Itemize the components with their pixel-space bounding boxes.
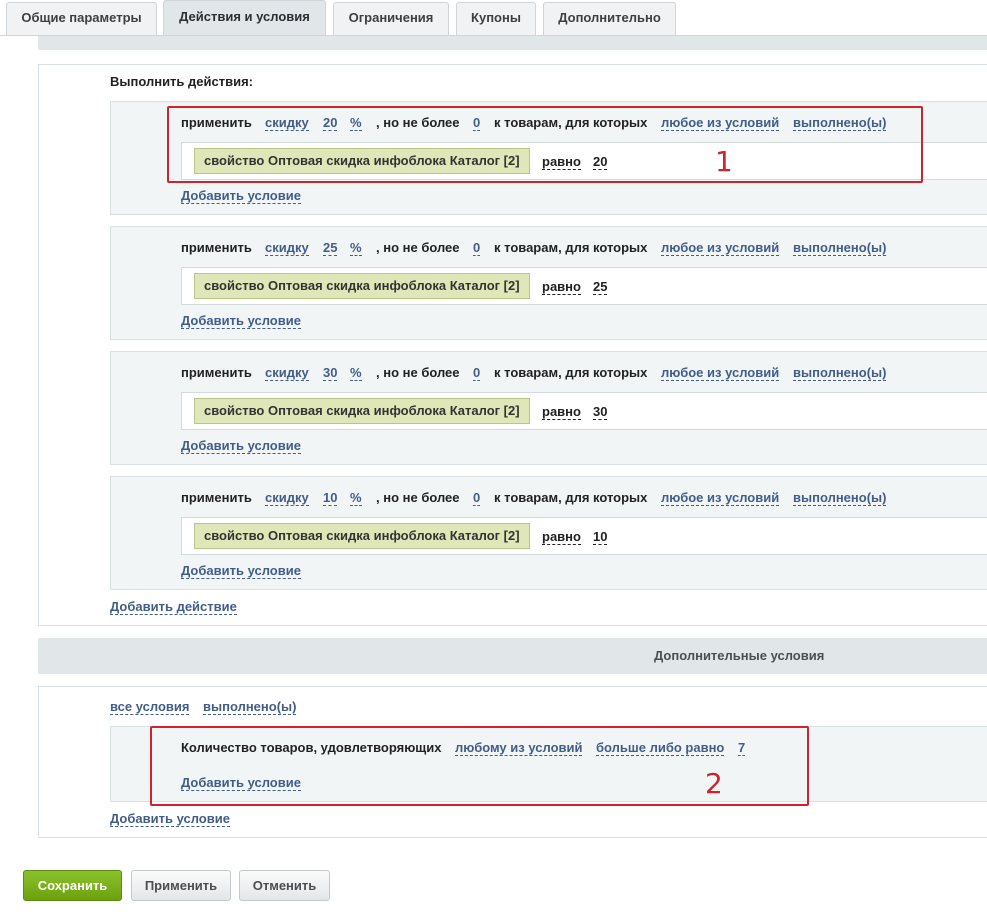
not-more-label: , но не более <box>376 365 460 380</box>
discount-type-link[interactable]: скидку <box>265 240 309 256</box>
cancel-button[interactable]: Отменить <box>239 870 330 901</box>
additional-conditions-header <box>38 638 987 674</box>
equals-link[interactable]: равно <box>542 404 581 420</box>
tab-restrictions[interactable]: Ограничения <box>333 2 449 36</box>
annotation-number-1: 1 <box>715 145 733 178</box>
tab-general[interactable]: Общие параметры <box>6 2 157 36</box>
property-value-link[interactable]: 25 <box>593 279 608 295</box>
for-goods-label: к товарам, для которых <box>494 490 648 505</box>
property-condition[interactable]: свойство Оптовая скидка инфоблока Катало… <box>194 398 530 424</box>
any-conditions-link[interactable]: любое из условий <box>661 240 780 256</box>
any-conditions-link[interactable]: любое из условий <box>661 490 780 506</box>
done-link[interactable]: выполнено(ы) <box>793 490 887 506</box>
apply-button[interactable]: Применить <box>131 870 231 901</box>
add-condition-link[interactable]: Добавить условие <box>181 188 301 204</box>
add-condition-link[interactable]: Добавить условие <box>181 563 301 579</box>
add-condition-link[interactable]: Добавить условие <box>181 313 301 329</box>
done-link[interactable]: выполнено(ы) <box>793 365 887 381</box>
max-value-link[interactable]: 0 <box>473 240 481 256</box>
annotation-number-2: 2 <box>705 767 723 800</box>
discount-unit-link[interactable]: % <box>350 240 362 256</box>
property-condition[interactable]: свойство Оптовая скидка инфоблока Катало… <box>194 273 530 299</box>
discount-type-link[interactable]: скидку <box>265 365 309 381</box>
for-goods-label: к товарам, для которых <box>494 240 648 255</box>
discount-value-link[interactable]: 25 <box>323 240 338 256</box>
apply-label: применить <box>181 490 252 505</box>
equals-link[interactable]: равно <box>542 529 581 545</box>
tab-bar: Общие параметры Действия и условия Огран… <box>0 0 987 36</box>
property-condition[interactable]: свойство Оптовая скидка инфоблока Катало… <box>194 523 530 549</box>
equals-link[interactable]: равно <box>542 279 581 295</box>
discount-unit-link[interactable]: % <box>350 490 362 506</box>
tab-additional[interactable]: Дополнительно <box>543 2 676 36</box>
discount-value-link[interactable]: 30 <box>323 365 338 381</box>
actions-title: Выполнить действия: <box>110 74 253 89</box>
all-conditions-link[interactable]: все условия <box>110 699 190 715</box>
discount-value-link[interactable]: 10 <box>323 490 338 506</box>
property-value-link[interactable]: 30 <box>593 404 608 420</box>
done-link[interactable]: выполнено(ы) <box>793 240 887 256</box>
any-conditions-link[interactable]: любое из условий <box>661 365 780 381</box>
property-value-link[interactable]: 10 <box>593 529 608 545</box>
not-more-label: , но не более <box>376 490 460 505</box>
annotation-box-1 <box>167 106 923 183</box>
tab-actions-conditions[interactable]: Действия и условия <box>163 0 326 36</box>
max-value-link[interactable]: 0 <box>473 365 481 381</box>
apply-label: применить <box>181 240 252 255</box>
not-more-label: , но не более <box>376 240 460 255</box>
add-action-link[interactable]: Добавить действие <box>110 599 237 615</box>
done-link[interactable]: выполнено(ы) <box>203 699 297 715</box>
additional-conditions-title: Дополнительные условия <box>654 648 825 663</box>
apply-label: применить <box>181 365 252 380</box>
tab-coupons[interactable]: Купоны <box>456 2 536 36</box>
for-goods-label: к товарам, для которых <box>494 365 648 380</box>
discount-type-link[interactable]: скидку <box>265 490 309 506</box>
discount-unit-link[interactable]: % <box>350 365 362 381</box>
max-value-link[interactable]: 0 <box>473 490 481 506</box>
header-band <box>38 36 987 50</box>
save-button[interactable]: Сохранить <box>23 870 122 901</box>
add-condition-link[interactable]: Добавить условие <box>110 811 230 827</box>
add-condition-link[interactable]: Добавить условие <box>181 438 301 454</box>
